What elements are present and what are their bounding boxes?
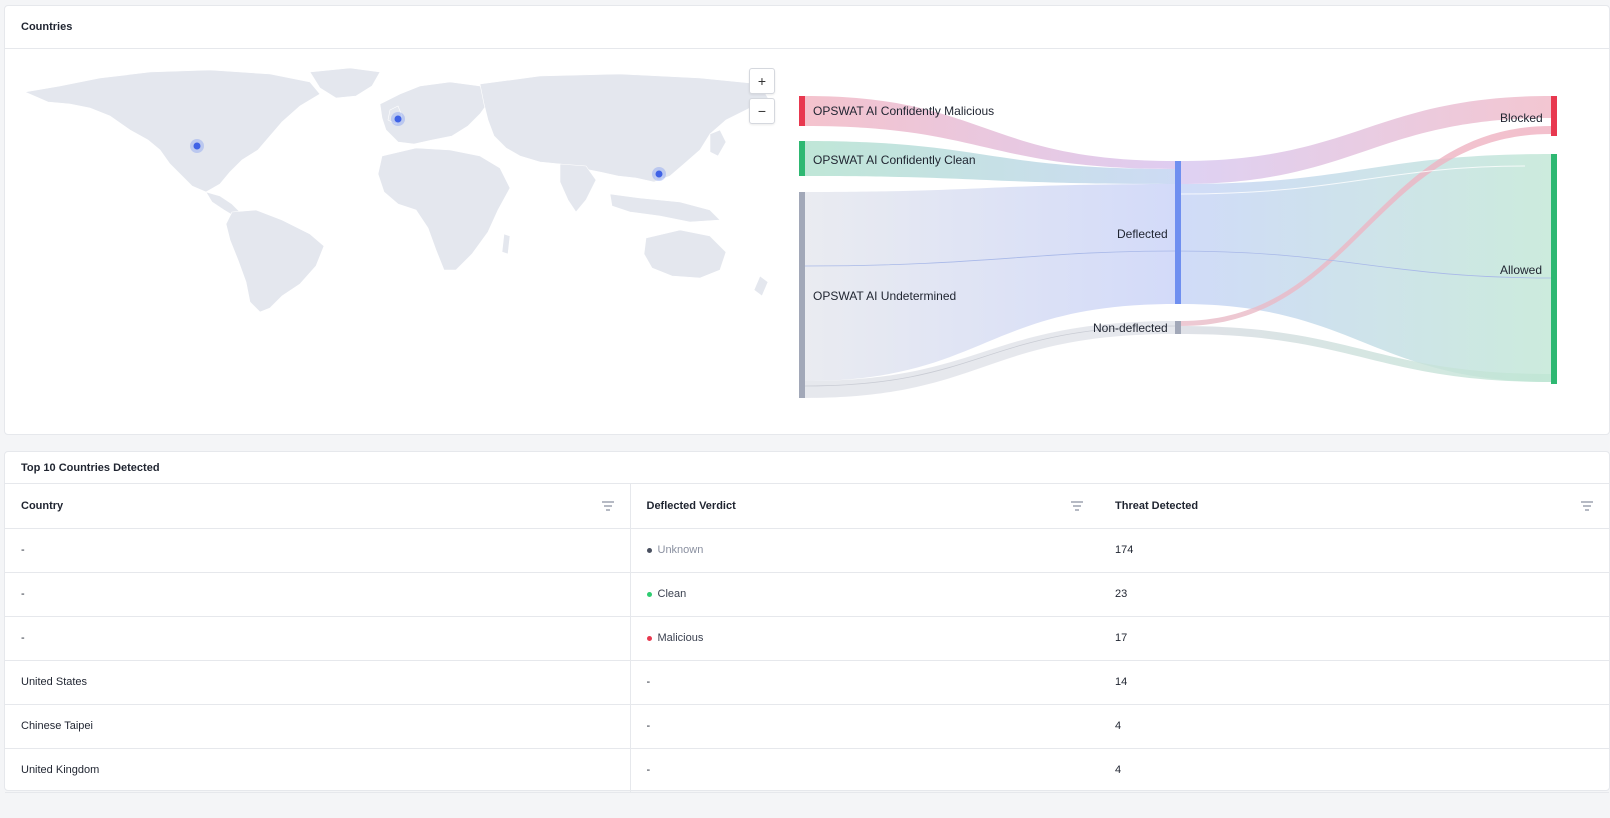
table-row[interactable]: - Clean 23 [5, 572, 1609, 617]
column-label-threat-detected: Threat Detected [1115, 499, 1199, 512]
verdict-dot-icon [646, 591, 652, 597]
new-zealand-shape [753, 275, 769, 297]
node-clean [799, 141, 805, 176]
node-malicious [799, 96, 805, 126]
cell-threats: 4 [1099, 748, 1609, 793]
zoom-in-button[interactable]: + [749, 68, 775, 94]
node-nondeflected [1175, 321, 1181, 334]
sankey-label-blocked: Blocked [1500, 111, 1543, 125]
sankey-svg [799, 96, 1557, 398]
cell-verdict: Clean [630, 572, 1099, 617]
southeast-asia-shape [609, 193, 721, 223]
cell-threats: 174 [1099, 528, 1609, 573]
sankey-label-clean: OPSWAT AI Confidently Clean [813, 153, 976, 167]
countries-card: Countries + − OPSWAT AI Confidently Mali… [4, 5, 1610, 435]
node-deflected [1175, 161, 1181, 304]
node-undetermined [799, 192, 805, 398]
madagascar-shape [501, 233, 511, 255]
cell-threats: 23 [1099, 572, 1609, 617]
world-map-svg [23, 67, 769, 313]
verdict-label: Malicious [657, 632, 704, 644]
south-america-shape [225, 209, 325, 313]
cell-verdict: Malicious [630, 616, 1099, 661]
column-header-threat-detected[interactable]: Threat Detected [1099, 484, 1609, 529]
australia-shape [643, 229, 727, 279]
cell-verdict: Unknown [630, 528, 1099, 573]
table-row[interactable]: United States - 14 [5, 660, 1609, 705]
column-header-deflected-verdict[interactable]: Deflected Verdict [630, 484, 1099, 529]
africa-shape [377, 147, 511, 271]
cell-verdict: - [630, 704, 1099, 749]
table-row[interactable]: - Unknown 174 [5, 528, 1609, 573]
filter-icon[interactable] [601, 501, 614, 511]
table-row[interactable]: Chinese Taipei - 4 [5, 704, 1609, 749]
asia-shape [479, 73, 769, 183]
column-label-deflected-verdict: Deflected Verdict [646, 499, 736, 512]
verdict-dot-icon [646, 635, 652, 641]
cell-threats: 14 [1099, 660, 1609, 705]
verdict-label: Unknown [657, 544, 704, 556]
node-blocked [1551, 96, 1557, 136]
cell-country: Chinese Taipei [5, 704, 631, 749]
top-countries-table: Country Deflected Verdict Threat Detecte… [5, 484, 1609, 793]
top-countries-title: Top 10 Countries Detected [5, 452, 1609, 484]
cell-country: - [5, 616, 631, 661]
node-allowed [1551, 154, 1557, 384]
world-map[interactable] [20, 64, 780, 324]
verdict-dot-icon [646, 547, 652, 553]
cell-country: - [5, 572, 631, 617]
link-deflected-allowed [1181, 154, 1551, 382]
table-header-row: Country Deflected Verdict Threat Detecte… [5, 484, 1609, 529]
cell-threats: 17 [1099, 616, 1609, 661]
sankey-label-deflected: Deflected [1117, 227, 1168, 241]
sankey-label-nondeflected: Non-deflected [1093, 321, 1168, 335]
table-row[interactable]: - Malicious 17 [5, 616, 1609, 661]
filter-icon[interactable] [1581, 501, 1593, 511]
cell-country: - [5, 528, 631, 573]
sankey-label-malicious: OPSWAT AI Confidently Malicious [813, 104, 995, 118]
greenland-shape [309, 67, 381, 99]
column-header-country[interactable]: Country [5, 484, 631, 529]
cell-threats: 4 [1099, 704, 1609, 749]
cell-country: United States [5, 660, 631, 705]
cell-country: United Kingdom [5, 748, 631, 793]
sankey-label-allowed: Allowed [1500, 263, 1543, 277]
north-america-shape [23, 69, 321, 193]
filter-icon[interactable] [1071, 501, 1083, 511]
verdict-label: Clean [657, 588, 687, 600]
countries-card-title: Countries [5, 6, 1609, 49]
top-countries-card: Top 10 Countries Detected Country Deflec… [4, 451, 1610, 793]
column-label-country: Country [21, 499, 64, 512]
india-shape [559, 163, 597, 213]
sankey-diagram: OPSWAT AI Confidently Malicious OPSWAT A… [785, 66, 1610, 436]
sankey-label-undetermined: OPSWAT AI Undetermined [813, 289, 957, 303]
cell-verdict: - [630, 748, 1099, 793]
table-row[interactable]: United Kingdom - 4 [5, 748, 1609, 793]
zoom-out-button[interactable]: − [749, 98, 775, 124]
japan-shape [709, 129, 727, 157]
cell-verdict: - [630, 660, 1099, 705]
